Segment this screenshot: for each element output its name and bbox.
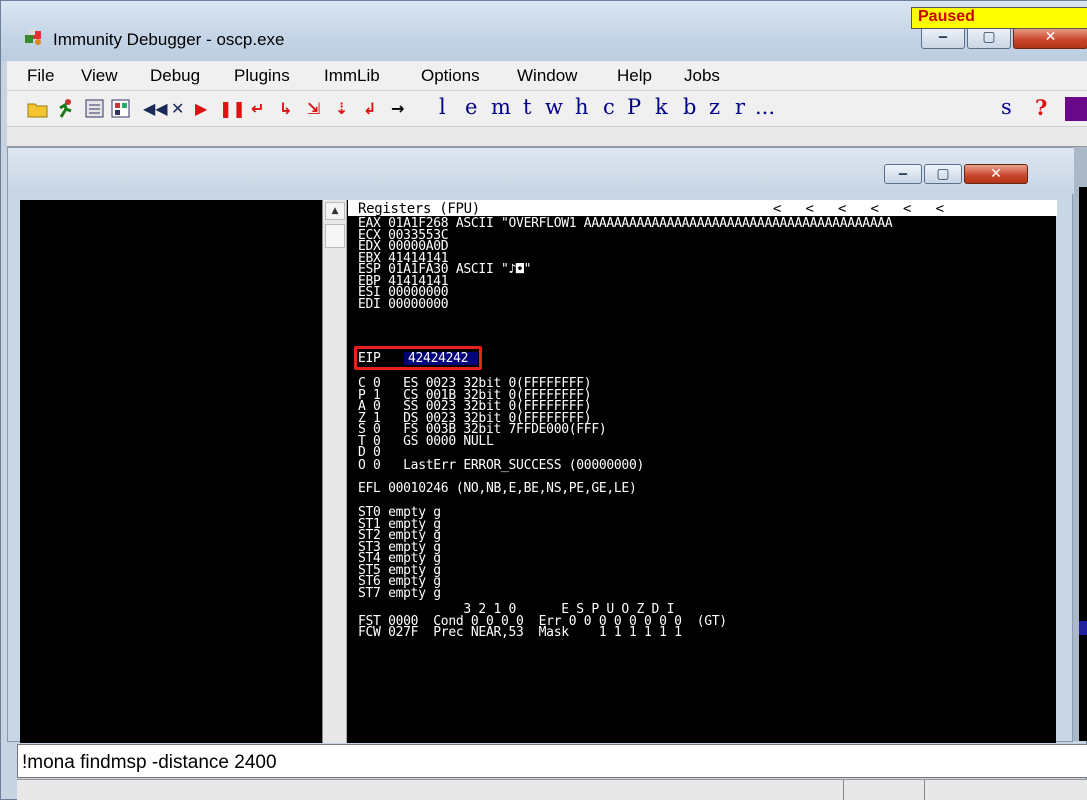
menu-options[interactable]: Options <box>421 66 480 86</box>
window-title: Immunity Debugger - oscp.exe <box>53 30 285 49</box>
flag-d[interactable]: D 0 <box>358 446 381 459</box>
registers-pane[interactable]: ▲ Registers (FPU) < < < < < < EAX 01A1F2… <box>322 200 1057 743</box>
toolbar-r-button[interactable]: r <box>735 95 745 119</box>
toolbar-l-button[interactable]: l <box>439 95 446 119</box>
trace-over-icon[interactable]: ⇣ <box>335 99 348 119</box>
register-efl[interactable]: EFL 00010246 (NO,NB,E,BE,NS,PE,GE,LE) <box>358 482 637 495</box>
command-input[interactable] <box>22 752 1082 774</box>
menu-view[interactable]: View <box>81 66 118 86</box>
minimize-button[interactable]: ‒ <box>921 27 965 49</box>
toolbar-h-button[interactable]: h <box>575 95 589 119</box>
status-badge: Paused <box>911 7 1087 29</box>
close-icon: ✕ <box>1044 29 1057 45</box>
main-window: Immunity Debugger - oscp.exe ‒ ▢ ✕ File … <box>0 0 1087 800</box>
toolbar-extra-button[interactable] <box>1065 97 1087 121</box>
registers-content[interactable]: Registers (FPU) < < < < < < EAX 01A1F268… <box>348 200 1057 743</box>
maximize-icon: ▢ <box>936 166 950 182</box>
child-minimize-button[interactable]: ‒ <box>884 164 922 184</box>
register-edi[interactable]: EDI 00000000 <box>358 297 449 310</box>
toolbar-e-button[interactable]: e <box>465 95 477 119</box>
fpu-fcw[interactable]: FCW 027F Prec NEAR,53 Mask 1 1 1 1 1 1 <box>358 626 682 639</box>
menu-bar: File View Debug Plugins ImmLib Options W… <box>7 61 1087 91</box>
step-back-icon[interactable]: ◀◀ <box>143 99 168 119</box>
minimize-icon: ‒ <box>938 29 948 45</box>
toolbar-c-button[interactable]: c <box>603 95 615 119</box>
trace-into-icon[interactable]: ⇲ <box>307 99 320 119</box>
pause-icon[interactable]: ❚❚ <box>219 99 246 119</box>
toolbar-p-button[interactable]: P <box>627 95 641 119</box>
mdi-tab-strip <box>7 127 1087 147</box>
execute-till-return-icon[interactable]: ↲ <box>363 99 376 119</box>
toolbar: ◀◀ ✕ ▶ ❚❚ ↵ ↳ ⇲ ⇣ ↲ → l e m t w h c P k … <box>7 91 1087 127</box>
minimize-icon: ‒ <box>898 166 908 182</box>
vertical-scrollbar[interactable]: ▲ <box>323 200 347 743</box>
log-window-icon[interactable] <box>85 99 105 119</box>
menu-immlib[interactable]: ImmLib <box>324 66 380 86</box>
register-view-arrows[interactable]: < < < < < < <box>773 202 944 216</box>
toolbar-more-button[interactable]: ... <box>755 95 775 119</box>
disassembly-pane[interactable] <box>20 200 342 743</box>
command-bar <box>17 744 1087 778</box>
eip-highlight-box <box>354 346 482 370</box>
menu-debug[interactable]: Debug <box>150 66 200 86</box>
status-bar <box>17 779 1087 800</box>
run-icon[interactable]: ▶ <box>195 99 207 119</box>
close-debuggee-icon[interactable]: ✕ <box>171 99 184 119</box>
background-selection <box>1079 621 1087 635</box>
toolbar-s-button[interactable]: s <box>1001 95 1012 119</box>
go-to-address-icon[interactable]: → <box>391 99 404 119</box>
child-close-button[interactable]: ✕ <box>964 164 1028 184</box>
toolbar-m-button[interactable]: m <box>491 95 511 119</box>
toolbar-t-button[interactable]: t <box>523 95 531 119</box>
close-icon: ✕ <box>990 166 1002 182</box>
background-pane <box>1079 187 1087 741</box>
menu-window[interactable]: Window <box>517 66 577 86</box>
menu-file[interactable]: File <box>27 66 54 86</box>
toolbar-z-button[interactable]: z <box>709 95 720 119</box>
scroll-up-icon[interactable]: ▲ <box>325 202 345 220</box>
step-over-icon[interactable]: ↳ <box>279 99 292 119</box>
menu-help[interactable]: Help <box>617 66 652 86</box>
step-into-icon[interactable]: ↵ <box>251 99 264 119</box>
registers-header[interactable]: Registers (FPU) < < < < < < <box>348 200 1057 216</box>
registers-title: Registers (FPU) <box>358 201 480 217</box>
status-separator <box>843 780 925 800</box>
toolbar-b-button[interactable]: b <box>683 95 696 119</box>
child-maximize-button[interactable]: ▢ <box>924 164 962 184</box>
maximize-icon: ▢ <box>982 29 996 45</box>
child-title-bar[interactable]: ‒ ▢ ✕ <box>8 148 1074 194</box>
flag-o-lasterr[interactable]: O 0 LastErr ERROR_SUCCESS (00000000) <box>358 459 644 472</box>
fpu-st7[interactable]: ST7 empty g <box>358 586 441 599</box>
close-button[interactable]: ✕ <box>1013 27 1087 49</box>
help-icon[interactable]: ? <box>1035 95 1047 120</box>
memory-map-icon[interactable] <box>111 99 131 119</box>
maximize-button[interactable]: ▢ <box>967 27 1011 49</box>
scroll-thumb[interactable] <box>325 224 345 248</box>
cpu-child-window: ‒ ▢ ✕ ▲ Registers (FPU) < < < < < < EAX … <box>7 147 1074 743</box>
menu-plugins[interactable]: Plugins <box>234 66 290 86</box>
toolbar-k-button[interactable]: k <box>655 95 668 119</box>
app-icon <box>25 29 41 45</box>
toolbar-w-button[interactable]: w <box>545 95 563 119</box>
open-folder-icon[interactable] <box>27 99 49 119</box>
restart-runner-icon[interactable] <box>53 97 79 121</box>
menu-jobs[interactable]: Jobs <box>684 66 720 86</box>
